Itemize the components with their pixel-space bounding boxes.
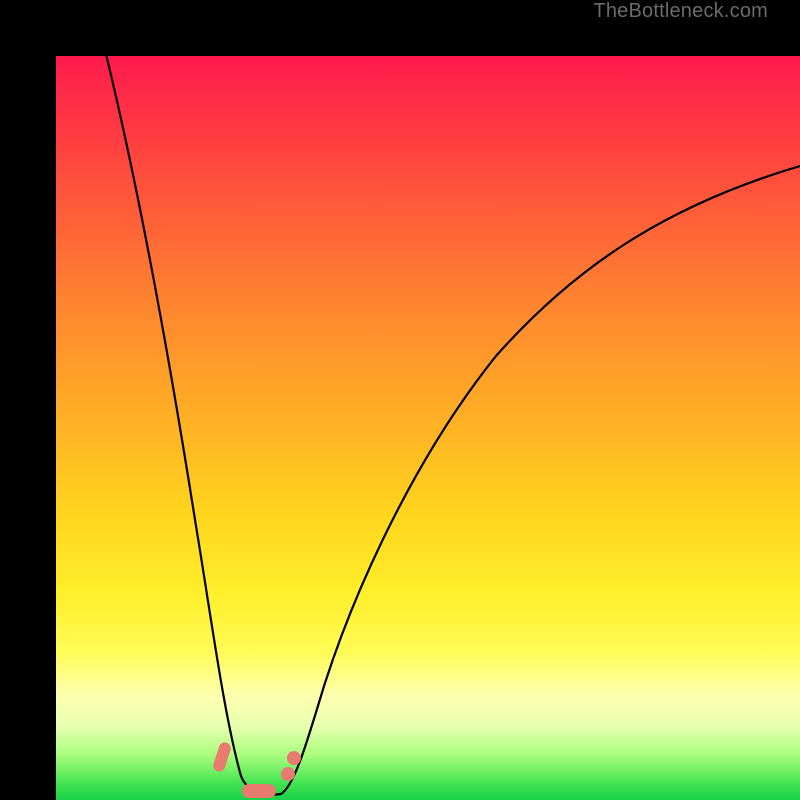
chart-frame xyxy=(0,0,800,800)
marker-bar-bottom xyxy=(242,784,276,798)
marker-pill-left xyxy=(212,741,233,773)
watermark-text: TheBottleneck.com xyxy=(593,0,768,23)
plot-area xyxy=(56,56,800,800)
marker-dot-right-lower xyxy=(281,767,295,781)
curve-markers xyxy=(212,741,301,798)
marker-dot-right-upper xyxy=(287,751,301,765)
bottleneck-curve xyxy=(104,56,800,795)
curve-layer xyxy=(56,56,800,800)
